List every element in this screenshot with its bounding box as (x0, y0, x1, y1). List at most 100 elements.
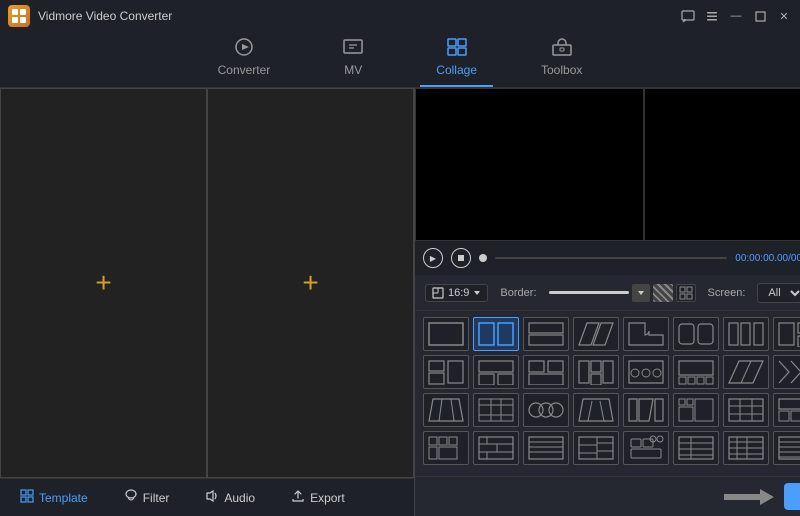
template-r2-3[interactable] (523, 355, 569, 389)
tab-converter[interactable]: Converter (202, 31, 287, 87)
border-pattern[interactable] (653, 284, 673, 302)
template-single[interactable] (423, 317, 469, 351)
tab-mv[interactable]: MV (318, 31, 388, 87)
mv-icon (342, 37, 364, 60)
template-r3-1[interactable] (423, 393, 469, 427)
tab-mv-label: MV (344, 63, 362, 77)
maximize-button[interactable] (752, 8, 768, 24)
ratio-button[interactable]: 16:9 (425, 284, 488, 302)
template-r2-7[interactable] (723, 355, 769, 389)
audio-icon (205, 489, 219, 506)
add-media-icon-2: + (302, 267, 318, 299)
filter-button[interactable]: Filter (116, 485, 178, 510)
audio-label: Audio (224, 491, 255, 505)
tab-converter-label: Converter (218, 63, 271, 77)
stop-button[interactable] (451, 248, 471, 268)
template-r2-8[interactable] (773, 355, 800, 389)
template-r2-2[interactable] (473, 355, 519, 389)
template-row-4 (423, 431, 800, 465)
tab-collage[interactable]: Collage (420, 31, 493, 87)
bottom-toolbar: Template Filter Audio (0, 478, 414, 516)
collage-cell-2[interactable]: + (207, 88, 414, 478)
audio-button[interactable]: Audio (197, 485, 263, 510)
screen-label: Screen: (708, 287, 746, 299)
template-r2-1[interactable] (423, 355, 469, 389)
right-panel: ▶ 00:00:00.00/00:00:01.00 (415, 88, 800, 516)
export-bar: Export (415, 476, 800, 516)
time-display: 00:00:00.00/00:00:01.00 (735, 253, 800, 264)
template-r2-5[interactable] (623, 355, 669, 389)
left-panel: + + Template (0, 88, 415, 516)
template-r3-4[interactable] (573, 393, 619, 427)
nav-tabs: Converter MV Collage (0, 32, 800, 88)
border-slider[interactable] (549, 291, 629, 294)
toolbox-icon (551, 37, 573, 60)
export-toolbar-icon (291, 489, 305, 506)
template-r3-3[interactable] (523, 393, 569, 427)
border-grid[interactable] (676, 284, 696, 302)
screen-select[interactable]: All 1 2 (757, 283, 800, 303)
template-r3-6[interactable] (673, 393, 719, 427)
template-r4-1[interactable] (423, 431, 469, 465)
template-rounded-pair[interactable] (673, 317, 719, 351)
template-label: Template (39, 491, 88, 505)
template-r4-5[interactable] (623, 431, 669, 465)
titlebar: Vidmore Video Converter — ✕ (0, 0, 800, 32)
app-title: Vidmore Video Converter (38, 9, 680, 23)
template-r3-2[interactable] (473, 393, 519, 427)
template-para[interactable] (573, 317, 619, 351)
collage-icon (446, 37, 468, 60)
tab-toolbox[interactable]: Toolbox (525, 31, 598, 87)
border-label: Border: (500, 287, 536, 299)
template-r4-4[interactable] (573, 431, 619, 465)
preview-right (644, 88, 800, 241)
template-2l2r[interactable] (773, 317, 800, 351)
template-r2-6[interactable] (673, 355, 719, 389)
options-bar: 16:9 Border: Screen (415, 275, 800, 311)
template-3col[interactable] (723, 317, 769, 351)
template-r4-8[interactable] (773, 431, 800, 465)
playback-bar: ▶ 00:00:00.00/00:00:01.00 (415, 241, 800, 275)
template-r3-7[interactable] (723, 393, 769, 427)
progress-track[interactable] (495, 257, 727, 259)
template-r4-7[interactable] (723, 431, 769, 465)
preview-area (415, 88, 800, 241)
border-dropdown[interactable] (632, 284, 650, 302)
tab-collage-label: Collage (436, 63, 477, 77)
converter-icon (233, 37, 255, 60)
play-button[interactable]: ▶ (423, 248, 443, 268)
filter-label: Filter (143, 491, 170, 505)
window-controls: — ✕ (680, 8, 792, 24)
collage-cell-1[interactable]: + (0, 88, 207, 478)
export-button[interactable]: Export (784, 483, 800, 510)
template-r4-2[interactable] (473, 431, 519, 465)
template-icon (20, 489, 34, 506)
template-grid (415, 311, 800, 476)
template-2col[interactable] (473, 317, 519, 351)
hamburger-icon[interactable] (704, 8, 720, 24)
template-r3-8[interactable] (773, 393, 800, 427)
template-r4-6[interactable] (673, 431, 719, 465)
template-r3-5[interactable] (623, 393, 669, 427)
preview-left (415, 88, 644, 241)
export-toolbar-button[interactable]: Export (283, 485, 353, 510)
message-icon[interactable] (680, 8, 696, 24)
app-logo (8, 5, 30, 27)
export-arrow-icon (724, 487, 774, 507)
export-toolbar-label: Export (310, 491, 345, 505)
template-r4-3[interactable] (523, 431, 569, 465)
collage-area: + + (0, 88, 414, 478)
border-controls (549, 284, 696, 302)
template-r2-4[interactable] (573, 355, 619, 389)
main-content: + + Template (0, 88, 800, 516)
template-2row[interactable] (523, 317, 569, 351)
template-button[interactable]: Template (12, 485, 96, 510)
template-puzzle[interactable] (623, 317, 669, 351)
tab-toolbox-label: Toolbox (541, 63, 582, 77)
template-row-3 (423, 393, 800, 427)
minimize-button[interactable]: — (728, 8, 744, 24)
template-row-1 (423, 317, 800, 351)
playhead[interactable] (479, 254, 487, 262)
ratio-value: 16:9 (448, 287, 469, 299)
close-button[interactable]: ✕ (776, 8, 792, 24)
